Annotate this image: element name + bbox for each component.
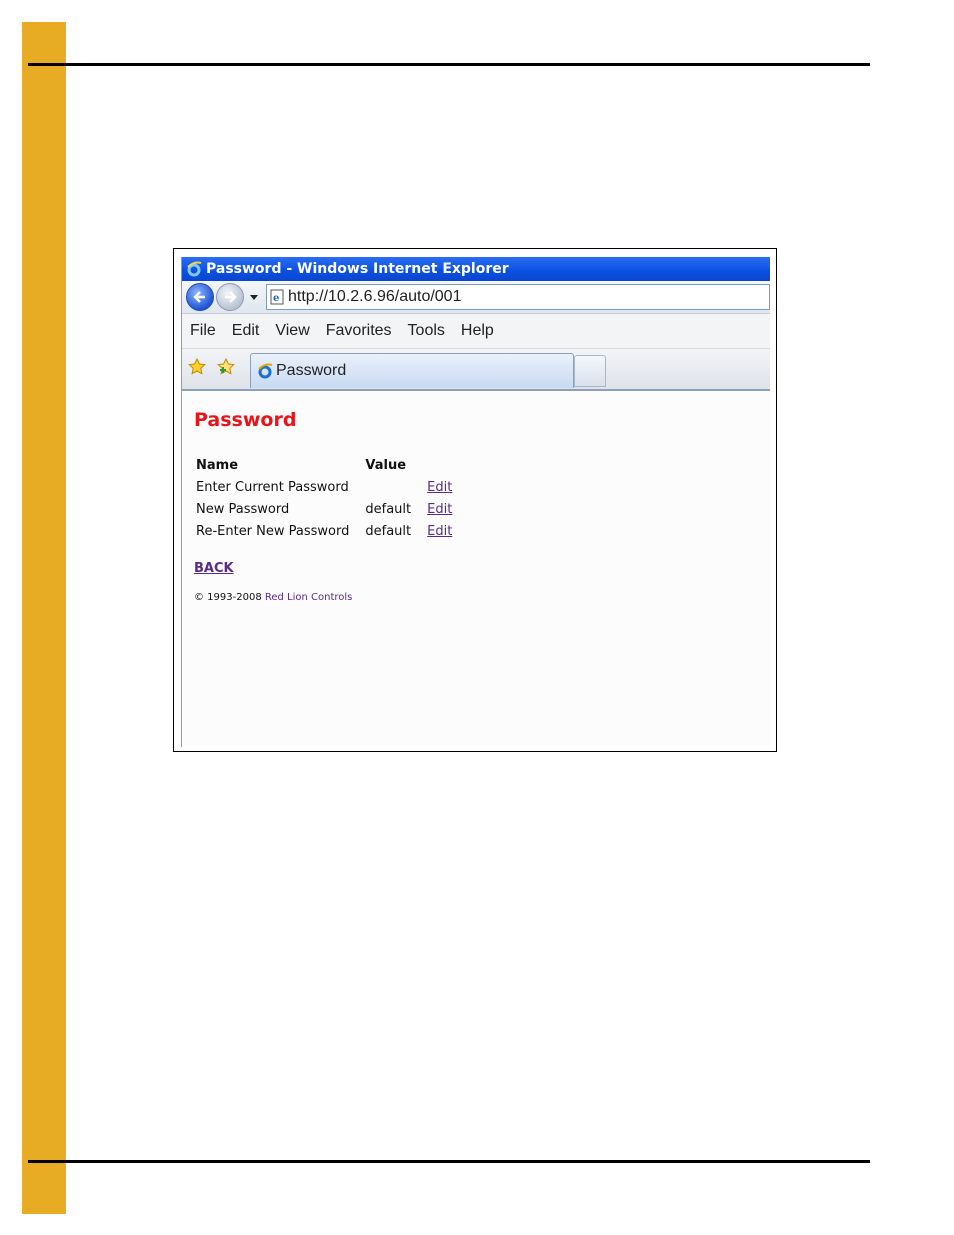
table-row: Enter Current Password Edit <box>196 479 468 501</box>
menu-tools[interactable]: Tools <box>408 322 445 340</box>
tab-password[interactable]: Password <box>250 353 574 388</box>
add-favorite-icon[interactable] <box>217 358 235 376</box>
copyright-line: © 1993-2008 Red Lion Controls <box>194 592 770 603</box>
window-title: Password - Windows Internet Explorer <box>206 261 509 277</box>
browser-window: Password - Windows Internet Explorer e h… <box>181 257 770 747</box>
edit-new-password-link[interactable]: Edit <box>427 502 452 517</box>
page-side-bar <box>22 22 66 1214</box>
menu-bar: File Edit View Favorites Tools Help <box>182 314 770 349</box>
forward-button[interactable] <box>216 283 244 311</box>
red-lion-link[interactable]: Red Lion Controls <box>265 592 353 603</box>
tab-label: Password <box>276 362 347 379</box>
page-content: Password Name Value Enter Current Passwo… <box>182 391 770 603</box>
back-arrow-icon <box>193 291 205 303</box>
table-header-row: Name Value <box>196 457 468 479</box>
row-value <box>365 479 427 501</box>
menu-favorites[interactable]: Favorites <box>326 322 392 340</box>
table-row: Re-Enter New Password default Edit <box>196 523 468 545</box>
address-bar[interactable]: e http://10.2.6.96/auto/001 <box>266 284 770 310</box>
page-icon: e <box>270 289 284 305</box>
menu-view[interactable]: View <box>275 322 309 340</box>
table-row: New Password default Edit <box>196 501 468 523</box>
tab-bar: Password <box>182 349 770 391</box>
history-dropdown-icon[interactable] <box>250 294 258 300</box>
screenshot-frame: Password - Windows Internet Explorer e h… <box>173 248 777 752</box>
header-value: Value <box>365 457 407 473</box>
ie-logo-icon <box>187 261 202 277</box>
address-toolbar: e http://10.2.6.96/auto/001 <box>182 281 770 314</box>
edit-reenter-password-link[interactable]: Edit <box>427 524 452 539</box>
row-name: Re-Enter New Password <box>196 523 350 539</box>
password-table: Name Value Enter Current Password Edit N… <box>196 457 468 545</box>
top-rule <box>28 63 870 66</box>
new-tab-button[interactable] <box>574 355 606 387</box>
title-bar: Password - Windows Internet Explorer <box>182 257 770 281</box>
address-text: http://10.2.6.96/auto/001 <box>288 288 462 305</box>
back-button[interactable] <box>186 283 214 311</box>
edit-current-password-link[interactable]: Edit <box>427 480 452 495</box>
back-link[interactable]: BACK <box>194 561 234 576</box>
row-value: default <box>365 523 412 539</box>
row-name: Enter Current Password <box>196 479 349 495</box>
forward-arrow-icon <box>225 291 237 303</box>
row-name: New Password <box>196 501 290 517</box>
header-action <box>427 457 468 479</box>
page-title: Password <box>194 409 297 431</box>
copyright-text: © 1993-2008 <box>194 592 262 603</box>
menu-help[interactable]: Help <box>461 322 494 340</box>
row-value: default <box>365 501 412 517</box>
favorites-star-icon[interactable] <box>188 358 206 376</box>
svg-text:e: e <box>273 293 279 304</box>
header-name: Name <box>196 457 239 473</box>
menu-file[interactable]: File <box>190 322 216 340</box>
menu-edit[interactable]: Edit <box>232 322 260 340</box>
ie-tab-icon <box>258 363 273 379</box>
bottom-rule <box>28 1160 870 1163</box>
